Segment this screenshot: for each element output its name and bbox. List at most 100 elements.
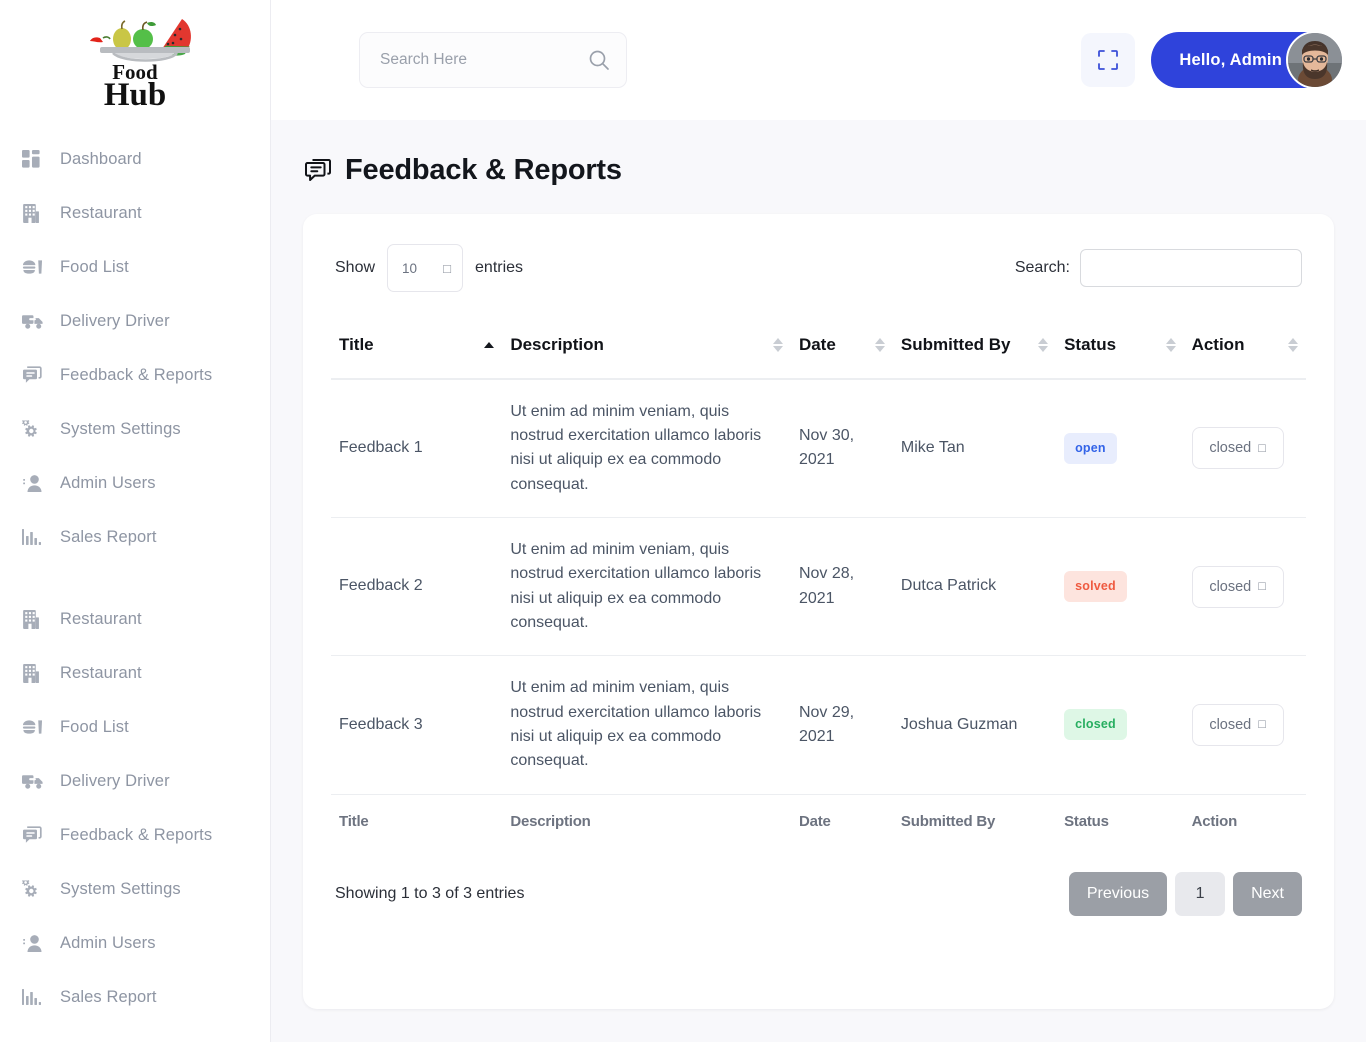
table-search-label: Search: xyxy=(1014,259,1070,276)
sidebar: Food Hub Dashboard Restaurant Food List … xyxy=(0,0,271,1042)
pagination-page-1[interactable]: 1 xyxy=(1175,871,1226,916)
sidebar-item-feedback-reports[interactable]: Feedback & Reports xyxy=(0,348,270,402)
cell-title: Feedback 2 xyxy=(331,517,503,657)
sort-icon[interactable] xyxy=(1288,337,1298,352)
column-header-label: Submitted By xyxy=(900,335,1011,354)
cell-status: open xyxy=(1056,378,1184,518)
cell-submitted-by: Dutca Patrick xyxy=(892,517,1057,657)
cell-action: closed □ xyxy=(1183,517,1306,657)
status-action-select[interactable]: closed □ xyxy=(1191,565,1284,608)
admin-menu-button[interactable]: Hello, Admin xyxy=(1151,31,1344,89)
sidebar-item-sales-report-2[interactable]: Sales Report xyxy=(0,970,270,1024)
sidebar-item-restaurant-2[interactable]: Restaurant xyxy=(0,592,270,646)
footer-description: Description xyxy=(510,812,591,830)
pagination: Previous 1 Next xyxy=(1068,871,1302,916)
sidebar-item-label: Delivery Driver xyxy=(60,771,170,790)
pagination-next[interactable]: Next xyxy=(1233,871,1302,916)
cogs-icon xyxy=(22,877,48,901)
column-header-description[interactable]: Description xyxy=(502,318,791,380)
user-shield-icon xyxy=(22,931,48,955)
table-foot: Title Description Date Submitted By Stat… xyxy=(331,794,1306,846)
status-action-select[interactable]: closed □ xyxy=(1191,427,1284,470)
page-length-value: 10 xyxy=(402,260,418,276)
footer-date: Date xyxy=(798,812,831,830)
table-search-input[interactable] xyxy=(1080,249,1302,287)
content: Feedback & Reports Show 10 □ entries Sea… xyxy=(271,120,1366,1042)
cell-description: Ut enim ad minim veniam, quis nostrud ex… xyxy=(502,378,791,518)
cell-submitted-by: Joshua Guzman xyxy=(892,655,1057,795)
column-header-title[interactable]: Title xyxy=(331,318,503,380)
sidebar-item-delivery-driver-2[interactable]: Delivery Driver xyxy=(0,754,270,808)
sidebar-item-admin-users[interactable]: Admin Users xyxy=(0,456,270,510)
column-header-action[interactable]: Action xyxy=(1183,318,1306,380)
sidebar-item-label: Restaurant xyxy=(60,663,142,682)
status-action-value: closed xyxy=(1209,578,1252,595)
show-label: Show xyxy=(335,259,376,276)
sidebar-item-label: Restaurant xyxy=(60,609,142,628)
table-controls: Show 10 □ entries Search: xyxy=(331,240,1306,292)
table-row[interactable]: Feedback 1 Ut enim ad minim veniam, quis… xyxy=(331,378,1306,518)
sidebar-item-label: Sales Report xyxy=(60,527,157,546)
sidebar-item-food-list[interactable]: Food List xyxy=(0,240,270,294)
global-search[interactable] xyxy=(359,32,627,88)
pagination-previous[interactable]: Previous xyxy=(1068,871,1168,916)
fullscreen-button[interactable] xyxy=(1081,33,1136,87)
page-title: Feedback & Reports xyxy=(303,154,1334,187)
avatar-image xyxy=(1288,33,1342,87)
chevron-down-icon: □ xyxy=(1258,717,1266,732)
sidebar-item-feedback-reports-2[interactable]: Feedback & Reports xyxy=(0,808,270,862)
sidebar-item-restaurant-3[interactable]: Restaurant xyxy=(0,646,270,700)
column-header-date[interactable]: Date xyxy=(790,318,893,380)
page-length-select[interactable]: 10 □ xyxy=(387,244,464,292)
avatar[interactable] xyxy=(1286,31,1344,89)
user-shield-icon xyxy=(22,471,48,495)
table-footer-row: Title Description Date Submitted By Stat… xyxy=(331,794,1306,846)
brand-logo[interactable]: Food Hub xyxy=(0,0,270,118)
sidebar-item-label: Dashboard xyxy=(60,149,142,168)
sort-icon[interactable] xyxy=(874,337,885,352)
sort-ascending-icon[interactable] xyxy=(484,341,495,348)
table-footer-controls: Showing 1 to 3 of 3 entries Previous 1 N… xyxy=(331,871,1306,916)
food-hub-logo: Food Hub xyxy=(90,19,191,109)
table-row[interactable]: Feedback 3 Ut enim ad minim veniam, quis… xyxy=(331,655,1306,795)
sidebar-item-label: Food List xyxy=(60,717,129,736)
search-icon[interactable] xyxy=(588,49,610,71)
table-head: Title Description Date Submitted By Stat… xyxy=(331,318,1306,380)
footer-submitted-by: Submitted By xyxy=(900,812,996,830)
app-root: Food Hub Dashboard Restaurant Food List … xyxy=(0,0,1366,1042)
cell-title: Feedback 3 xyxy=(331,655,503,795)
chevron-down-icon: □ xyxy=(1258,579,1266,594)
sort-icon[interactable] xyxy=(772,337,783,352)
cell-description: Ut enim ad minim veniam, quis nostrud ex… xyxy=(502,655,791,795)
sidebar-item-system-settings-2[interactable]: System Settings xyxy=(0,862,270,916)
chart-bar-icon xyxy=(22,985,48,1009)
fullscreen-icon xyxy=(1097,49,1119,71)
column-header-submitted-by[interactable]: Submitted By xyxy=(892,318,1057,380)
chevron-down-icon: □ xyxy=(1258,440,1266,455)
sidebar-item-sales-report[interactable]: Sales Report xyxy=(0,510,270,564)
column-header-label: Description xyxy=(510,335,604,354)
sidebar-nav-primary: Dashboard Restaurant Food List Delivery … xyxy=(0,118,270,564)
sidebar-item-label: System Settings xyxy=(60,879,181,898)
sidebar-item-food-list-2[interactable]: Food List xyxy=(0,700,270,754)
table-row[interactable]: Feedback 2 Ut enim ad minim veniam, quis… xyxy=(331,517,1306,657)
search-input[interactable] xyxy=(380,51,588,69)
column-header-label: Action xyxy=(1191,335,1245,354)
sidebar-item-dashboard[interactable]: Dashboard xyxy=(0,132,270,186)
column-header-status[interactable]: Status xyxy=(1056,318,1184,380)
footer-status: Status xyxy=(1064,812,1109,830)
status-action-select[interactable]: closed □ xyxy=(1191,703,1284,746)
dashboard-icon xyxy=(22,147,48,171)
sort-icon[interactable] xyxy=(1165,337,1176,352)
comments-icon xyxy=(22,823,48,847)
sidebar-item-admin-users-2[interactable]: Admin Users xyxy=(0,916,270,970)
svg-text:Hub: Hub xyxy=(104,77,166,109)
sidebar-item-restaurant[interactable]: Restaurant xyxy=(0,186,270,240)
sidebar-item-delivery-driver[interactable]: Delivery Driver xyxy=(0,294,270,348)
topbar: Hello, Admin xyxy=(271,0,1366,120)
sidebar-item-system-settings[interactable]: System Settings xyxy=(0,402,270,456)
status-badge: solved xyxy=(1064,571,1127,603)
cell-date: Nov 29, 2021 xyxy=(790,655,893,795)
sort-icon[interactable] xyxy=(1038,337,1049,352)
cell-date: Nov 28, 2021 xyxy=(790,517,893,657)
